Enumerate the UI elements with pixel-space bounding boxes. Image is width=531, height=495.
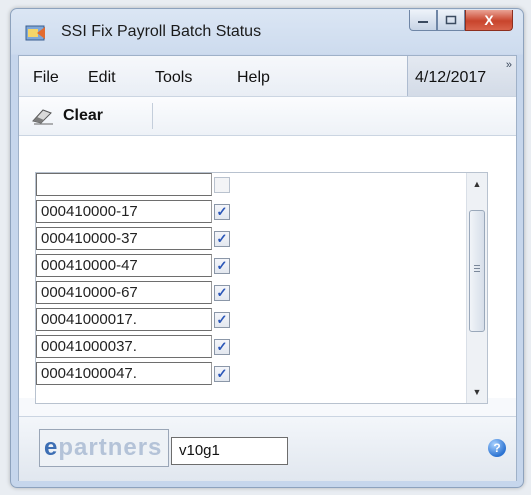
- toolbar: Clear: [19, 97, 516, 136]
- select-checkbox[interactable]: ✓: [214, 204, 230, 220]
- app-window: SSI Fix Payroll Batch Status X File Edit…: [10, 8, 524, 488]
- batch-id-cell[interactable]: 000410000-67: [36, 281, 212, 304]
- window-title: SSI Fix Payroll Batch Status: [61, 23, 262, 40]
- content-area: 000410000-17 ✓ 000410000-37 ✓ 000410000-…: [19, 136, 516, 404]
- maximize-icon: [445, 15, 457, 25]
- clear-button[interactable]: Clear: [25, 103, 109, 129]
- batch-id-cell[interactable]: 000410000-47: [36, 254, 212, 277]
- window-controls: X: [409, 10, 513, 31]
- table-row: 000410000-47 ✓: [36, 254, 236, 277]
- table-row: 000410000-17 ✓: [36, 200, 236, 223]
- select-checkbox[interactable]: ✓: [214, 366, 230, 382]
- menu-edit[interactable]: Edit: [88, 69, 116, 87]
- scroll-up-icon[interactable]: ▲: [467, 175, 487, 193]
- table-row: 00041000017. ✓: [36, 308, 236, 331]
- select-checkbox[interactable]: ✓: [214, 339, 230, 355]
- clear-label: Clear: [63, 107, 104, 124]
- table-row: 000410000-37 ✓: [36, 227, 236, 250]
- batch-grid: 000410000-17 ✓ 000410000-37 ✓ 000410000-…: [35, 172, 488, 404]
- table-row: 00041000047. ✓: [36, 362, 236, 385]
- window-client: File Edit Tools Help 4/12/2017 » Clear 0…: [18, 55, 517, 481]
- batch-id-cell[interactable]: 000410000-37: [36, 227, 212, 250]
- user-date[interactable]: 4/12/2017 »: [407, 56, 516, 96]
- version-field[interactable]: v10g1: [171, 437, 288, 465]
- batch-id-cell[interactable]: 00041000037.: [36, 335, 212, 358]
- maximize-button[interactable]: [437, 10, 465, 31]
- menu-help[interactable]: Help: [237, 69, 270, 87]
- toolbar-separator: [152, 103, 153, 129]
- help-icon[interactable]: ?: [488, 439, 506, 457]
- batch-id-cell[interactable]: 00041000017.: [36, 308, 212, 331]
- title-bar[interactable]: SSI Fix Payroll Batch Status X: [11, 9, 523, 55]
- table-row: 000410000-67 ✓: [36, 281, 236, 304]
- select-checkbox[interactable]: ✓: [214, 258, 230, 274]
- select-checkbox[interactable]: [214, 177, 230, 193]
- minimize-icon: [418, 21, 428, 23]
- close-button[interactable]: X: [465, 10, 513, 31]
- chevron-right-icon[interactable]: »: [506, 59, 512, 71]
- vertical-scrollbar[interactable]: ▲ ▼: [466, 173, 487, 403]
- select-checkbox[interactable]: ✓: [214, 312, 230, 328]
- eraser-icon: [32, 109, 53, 125]
- user-date-label: 4/12/2017: [415, 69, 487, 86]
- minimize-button[interactable]: [409, 10, 437, 31]
- table-row: 00041000037. ✓: [36, 335, 236, 358]
- table-row: [36, 173, 236, 196]
- close-icon: X: [484, 12, 494, 28]
- select-checkbox[interactable]: ✓: [214, 231, 230, 247]
- select-checkbox[interactable]: ✓: [214, 285, 230, 301]
- menu-tools[interactable]: Tools: [155, 69, 192, 87]
- scroll-thumb[interactable]: [469, 210, 485, 332]
- batch-id-cell[interactable]: 00041000047.: [36, 362, 212, 385]
- menu-file[interactable]: File: [33, 69, 59, 87]
- batch-id-cell[interactable]: [36, 173, 212, 196]
- status-footer: epartners v10g1 ?: [19, 416, 516, 481]
- app-icon: [25, 25, 45, 41]
- batch-id-cell[interactable]: 000410000-17: [36, 200, 212, 223]
- menu-bar: File Edit Tools Help 4/12/2017 »: [19, 56, 516, 97]
- grip-icon: [474, 265, 480, 266]
- epartners-logo: epartners: [39, 429, 169, 467]
- scroll-down-icon[interactable]: ▼: [467, 383, 487, 401]
